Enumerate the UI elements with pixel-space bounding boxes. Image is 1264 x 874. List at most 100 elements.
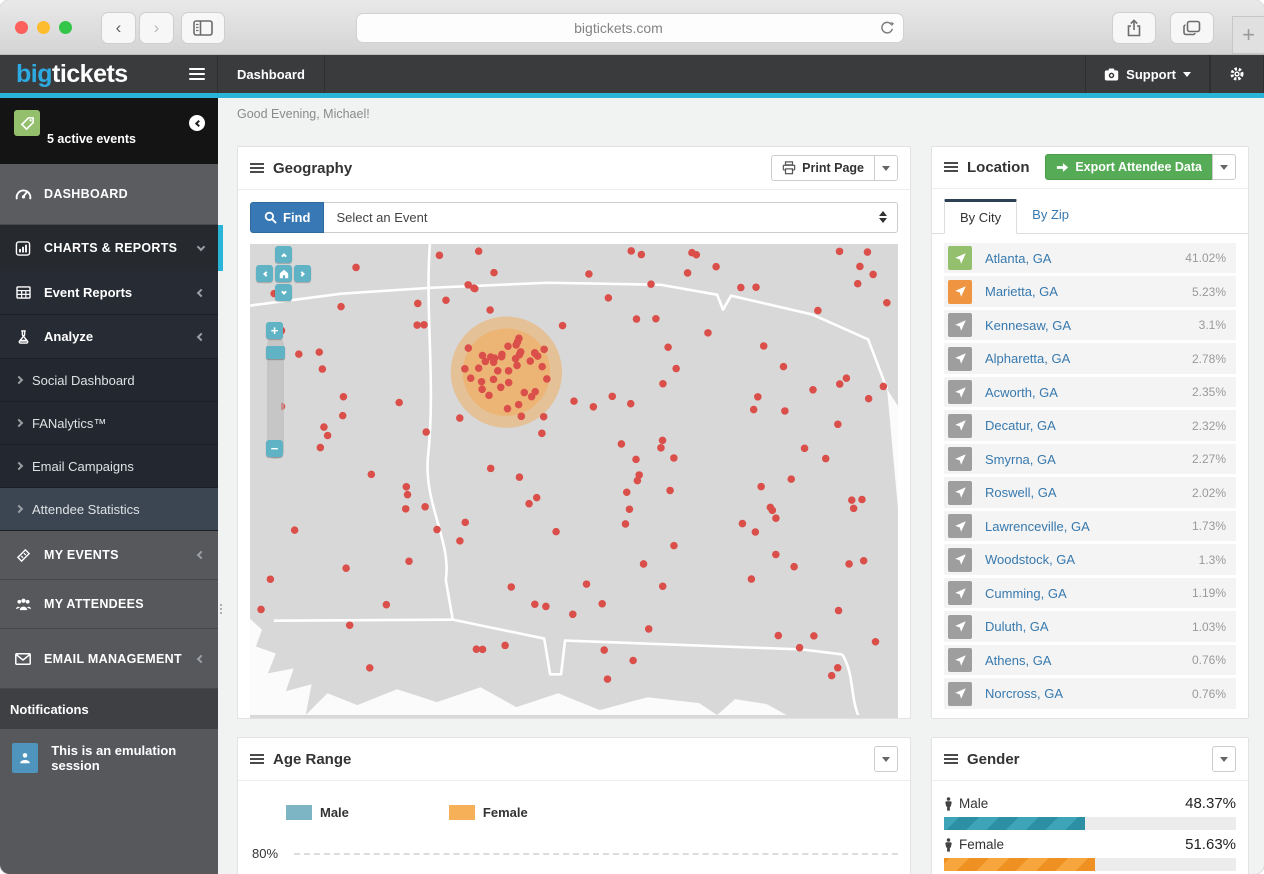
location-row[interactable]: Duluth, GA1.03% — [944, 611, 1236, 642]
pan-right-button[interactable] — [294, 265, 311, 282]
location-row[interactable]: Athens, GA0.76% — [944, 645, 1236, 676]
sidebar-item-email-campaigns[interactable]: Email Campaigns — [0, 445, 218, 488]
location-row[interactable]: Acworth, GA2.35% — [944, 377, 1236, 408]
zoom-out-button[interactable]: − — [266, 440, 283, 457]
reload-icon[interactable] — [880, 21, 894, 35]
pan-down-button[interactable] — [275, 284, 292, 301]
pan-left-button[interactable] — [256, 265, 273, 282]
city-percentage: 41.02% — [1185, 251, 1226, 265]
location-row[interactable]: Woodstock, GA1.3% — [944, 544, 1236, 575]
location-row[interactable]: Alpharetta, GA2.78% — [944, 343, 1236, 374]
collapse-sidebar-icon[interactable] — [189, 115, 205, 131]
city-link[interactable]: Atlanta, GA — [985, 251, 1185, 266]
active-events-banner[interactable]: 5 active events — [0, 98, 218, 164]
zoom-slider-handle[interactable] — [266, 346, 285, 359]
sidebar-toggle-button[interactable] — [181, 12, 225, 44]
minimize-window-button[interactable] — [37, 21, 50, 34]
zoom-in-button[interactable]: + — [266, 322, 283, 339]
city-link[interactable]: Woodstock, GA — [985, 552, 1199, 567]
map-home-button[interactable] — [275, 265, 292, 282]
sidebar-resize-grip[interactable] — [220, 604, 222, 614]
support-menu[interactable]: Support — [1085, 55, 1210, 93]
location-row[interactable]: Kennesaw, GA3.1% — [944, 310, 1236, 341]
pan-up-button[interactable] — [275, 246, 292, 263]
back-button[interactable]: ‹ — [101, 12, 136, 44]
event-select[interactable]: Select an Event — [324, 202, 898, 233]
table-icon — [14, 286, 32, 299]
bar-chart-icon — [14, 241, 32, 256]
sidebar-item-attendee-statistics[interactable]: Attendee Statistics — [0, 488, 218, 531]
location-row[interactable]: Decatur, GA2.32% — [944, 410, 1236, 441]
sidebar-item-fanalytics[interactable]: FANalytics™ — [0, 402, 218, 445]
settings-button[interactable] — [1210, 55, 1264, 93]
panel-menu-icon[interactable] — [944, 754, 958, 764]
envelope-icon — [14, 653, 32, 665]
find-button[interactable]: Find — [250, 202, 324, 233]
sidebar-item-social-dashboard[interactable]: Social Dashboard — [0, 359, 218, 402]
location-row[interactable]: Smyrna, GA2.27% — [944, 444, 1236, 475]
tab-overview-button[interactable] — [1170, 12, 1214, 44]
city-link[interactable]: Alpharetta, GA — [985, 351, 1192, 366]
location-row[interactable]: Norcross, GA0.76% — [944, 678, 1236, 709]
city-link[interactable]: Acworth, GA — [985, 385, 1192, 400]
share-button[interactable] — [1112, 12, 1156, 44]
city-link[interactable]: Roswell, GA — [985, 485, 1192, 500]
city-link[interactable]: Duluth, GA — [985, 619, 1192, 634]
panel-menu-icon[interactable] — [250, 754, 264, 764]
new-tab-button[interactable]: + — [1232, 16, 1264, 54]
zoom-window-button[interactable] — [59, 21, 72, 34]
age-range-dropdown[interactable] — [874, 746, 898, 772]
close-window-button[interactable] — [15, 21, 28, 34]
bigtickets-logo[interactable]: bigtickets — [0, 55, 176, 93]
export-options-dropdown[interactable] — [1212, 154, 1236, 180]
location-arrow-icon — [948, 682, 972, 706]
print-page-button[interactable]: Print Page — [771, 155, 875, 181]
sidebar-item-analyze[interactable]: Analyze — [0, 315, 218, 359]
tab-by-zip[interactable]: By Zip — [1017, 199, 1084, 234]
location-row[interactable]: Lawrenceville, GA1.73% — [944, 511, 1236, 542]
location-arrow-icon — [948, 481, 972, 505]
sidebar-item-my-events[interactable]: MY EVENTS — [0, 531, 218, 580]
nav-dashboard[interactable]: Dashboard — [218, 55, 325, 93]
location-row[interactable]: Cumming, GA1.19% — [944, 578, 1236, 609]
print-options-dropdown[interactable] — [874, 155, 898, 181]
city-percentage: 0.76% — [1192, 687, 1226, 701]
attendee-map[interactable]: + − — [250, 244, 898, 718]
city-link[interactable]: Smyrna, GA — [985, 452, 1192, 467]
home-icon — [279, 269, 289, 279]
sidebar-item-event-reports[interactable]: Event Reports — [0, 271, 218, 315]
export-attendee-data-button[interactable]: Export Attendee Data — [1045, 154, 1213, 180]
city-link[interactable]: Lawrenceville, GA — [985, 519, 1192, 534]
sidebar-item-charts-reports[interactable]: CHARTS & REPORTS — [0, 225, 218, 271]
address-bar[interactable]: bigtickets.com — [356, 13, 904, 43]
panel-menu-icon[interactable] — [944, 162, 958, 172]
city-percentage: 1.03% — [1192, 620, 1226, 634]
city-link[interactable]: Norcross, GA — [985, 686, 1192, 701]
location-row[interactable]: Roswell, GA2.02% — [944, 477, 1236, 508]
city-link[interactable]: Cumming, GA — [985, 586, 1192, 601]
sidebar-item-dashboard[interactable]: DASHBOARD — [0, 164, 218, 225]
location-row[interactable]: Marietta, GA5.23% — [944, 276, 1236, 307]
map-canvas — [250, 244, 898, 715]
panel-menu-icon[interactable] — [250, 163, 264, 173]
city-link[interactable]: Kennesaw, GA — [985, 318, 1199, 333]
city-link[interactable]: Decatur, GA — [985, 418, 1192, 433]
sidebar-collapse-button[interactable] — [176, 55, 218, 93]
gender-progress-bar — [944, 858, 1095, 871]
gender-panel: Gender Male48.37%Female51.63% — [931, 737, 1249, 874]
chevron-down-icon — [882, 757, 890, 762]
notification-item[interactable]: This is an emulation session — [0, 729, 218, 787]
gender-dropdown[interactable] — [1212, 746, 1236, 772]
chevron-right-icon — [16, 420, 22, 426]
location-row[interactable]: Atlanta, GA41.02% — [944, 243, 1236, 274]
tab-by-city[interactable]: By City — [944, 199, 1017, 234]
gender-label: Male — [944, 796, 1185, 811]
age-range-legend: MaleFemale — [286, 805, 910, 820]
city-link[interactable]: Athens, GA — [985, 653, 1192, 668]
sidebar-item-my-attendees[interactable]: MY ATTENDEES — [0, 580, 218, 629]
city-link[interactable]: Marietta, GA — [985, 284, 1192, 299]
city-percentage: 3.1% — [1199, 318, 1226, 332]
forward-button[interactable]: › — [139, 12, 174, 44]
browser-window: ‹ › bigtickets.com + bigtickets Dashboar… — [0, 0, 1264, 874]
sidebar-item-email-management[interactable]: EMAIL MANAGEMENT — [0, 629, 218, 689]
